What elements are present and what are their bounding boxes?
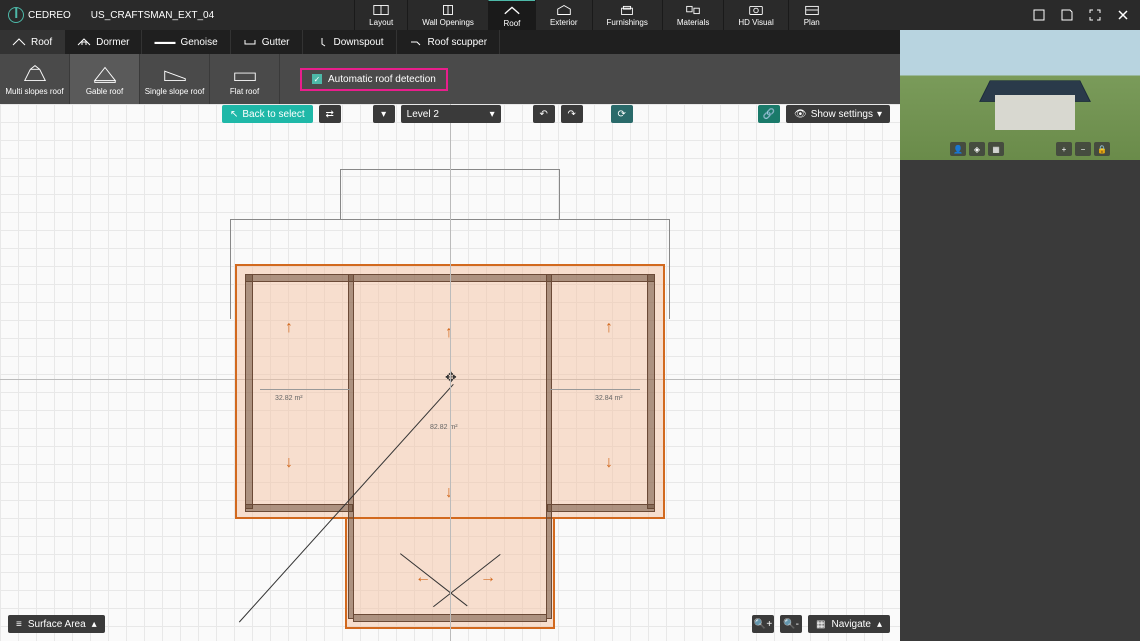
notes-button[interactable]: [1030, 6, 1048, 24]
house-model: [985, 75, 1085, 130]
preview-3d[interactable]: 👤 ◈ ▦ + − 🔒: [900, 30, 1140, 160]
area-right: 32.84 m²: [595, 395, 623, 402]
action-bar: ↖Back to select ⇄ ▾ Level 2▾ ↶ ↷ ⟳ 🔗 👁Sh…: [0, 104, 900, 124]
menu-icon: ≡: [16, 619, 22, 630]
chevron-down-icon: ▾: [381, 109, 386, 120]
swap-button[interactable]: ⇄: [319, 105, 341, 123]
tool-multi-slopes[interactable]: Multi slopes roof: [0, 54, 70, 104]
bottom-right-controls: 🔍+ 🔍- ▦Navigate▴: [752, 615, 890, 633]
tab-hd-visual[interactable]: HD Visual: [723, 0, 787, 30]
canvas-2d[interactable]: 32.82 m² 82.82 m² 32.84 m² ↑ ↑ ↑ ↓ ↓ ↓ ←…: [0, 104, 900, 641]
link-button[interactable]: 🔗: [758, 105, 780, 123]
undo-button[interactable]: ↶: [533, 105, 555, 123]
preview-lock-button[interactable]: 🔒: [1094, 142, 1110, 156]
zoom-out-icon: 🔍-: [783, 619, 799, 630]
preview-person-button[interactable]: 👤: [950, 142, 966, 156]
refresh-icon: ⟳: [617, 109, 625, 120]
brand-logo: CEDREO: [8, 7, 71, 23]
tab-layout[interactable]: Layout: [354, 0, 407, 30]
preview-zoom-in-button[interactable]: +: [1056, 142, 1072, 156]
preview-zoom-out-button[interactable]: −: [1075, 142, 1091, 156]
bottom-left-controls: ≡Surface Area▴: [8, 615, 105, 633]
genoise-icon: ▬▬▬: [154, 39, 175, 46]
surface-area-dropdown[interactable]: ≡Surface Area▴: [8, 615, 105, 633]
project-name: US_CRAFTSMAN_EXT_04: [91, 10, 214, 21]
tab-plan[interactable]: Plan: [788, 0, 835, 30]
preview-top-button[interactable]: ▦: [988, 142, 1004, 156]
zoom-in-icon: 🔍+: [754, 619, 772, 630]
arrow-down-icon: ↓: [445, 484, 453, 502]
save-button[interactable]: [1058, 6, 1076, 24]
fullscreen-button[interactable]: [1086, 6, 1104, 24]
eye-icon: 👁: [794, 109, 807, 120]
arrow-right-icon: →: [480, 569, 496, 587]
subtab-gutter[interactable]: Gutter: [231, 30, 303, 54]
navigate-dropdown[interactable]: ▦Navigate▴: [808, 615, 890, 633]
pointer-icon: ↖: [230, 109, 238, 120]
arrow-up-icon: ↑: [285, 319, 293, 337]
tab-furnishings[interactable]: Furnishings: [592, 0, 662, 30]
show-settings-button[interactable]: 👁Show settings▾: [786, 105, 890, 123]
subtab-downspout[interactable]: Downspout: [303, 30, 397, 54]
level-down-button[interactable]: ▾: [373, 105, 395, 123]
chevron-down-icon: ▾: [877, 109, 882, 120]
area-center: 82.82 m²: [430, 424, 458, 431]
undo-icon: ↶: [539, 109, 547, 120]
link-icon: 🔗: [763, 109, 775, 120]
arrow-down-icon: ↓: [285, 454, 293, 472]
chevron-up-icon: ▴: [92, 619, 97, 630]
close-button[interactable]: [1114, 6, 1132, 24]
redo-button[interactable]: ↷: [561, 105, 583, 123]
move-crosshair-icon[interactable]: ✥: [445, 369, 457, 386]
tab-materials[interactable]: Materials: [662, 0, 723, 30]
area-left: 32.82 m²: [275, 395, 303, 402]
zoom-out-button[interactable]: 🔍-: [780, 615, 802, 633]
chevron-down-icon: ▾: [490, 109, 495, 120]
floor-plan: 32.82 m² 82.82 m² 32.84 m² ↑ ↑ ↑ ↓ ↓ ↓ ←…: [230, 169, 670, 589]
logo-icon: [8, 7, 24, 23]
swap-icon: ⇄: [325, 109, 333, 120]
back-to-select-button[interactable]: ↖Back to select: [222, 105, 313, 123]
tool-flat-roof[interactable]: Flat roof: [210, 54, 280, 104]
refresh-button[interactable]: ⟳: [611, 105, 633, 123]
top-right-controls: [1030, 6, 1132, 24]
arrow-up-icon: ↑: [445, 324, 453, 342]
auto-detect-checkbox-area[interactable]: ✓ Automatic roof detection: [300, 68, 448, 91]
subtab-dormer[interactable]: Dormer: [65, 30, 142, 54]
top-bar: CEDREO US_CRAFTSMAN_EXT_04 Layout Wall O…: [0, 0, 1140, 30]
grid-icon: ▦: [816, 619, 825, 630]
main-tabs: Layout Wall Openings Roof Exterior Furni…: [354, 0, 835, 30]
tool-gable-roof[interactable]: Gable roof: [70, 54, 140, 104]
chevron-up-icon: ▴: [877, 619, 882, 630]
side-panel: [900, 160, 1140, 641]
zoom-in-button[interactable]: 🔍+: [752, 615, 774, 633]
redo-icon: ↷: [567, 109, 575, 120]
subtab-roof[interactable]: Roof: [0, 30, 65, 54]
level-select[interactable]: Level 2▾: [401, 105, 501, 123]
tab-exterior[interactable]: Exterior: [535, 0, 592, 30]
brand-name: CEDREO: [28, 10, 71, 21]
tab-roof[interactable]: Roof: [488, 0, 535, 30]
subtab-roof-scupper[interactable]: Roof scupper: [397, 30, 500, 54]
preview-walk-button[interactable]: ◈: [969, 142, 985, 156]
auto-detect-label: Automatic roof detection: [328, 74, 436, 85]
subtab-genoise[interactable]: ▬▬▬Genoise: [142, 30, 230, 54]
arrow-up-icon: ↑: [605, 319, 613, 337]
tab-wall-openings[interactable]: Wall Openings: [407, 0, 488, 30]
checkbox-icon: ✓: [312, 74, 322, 84]
arrow-down-icon: ↓: [605, 454, 613, 472]
tool-single-slope[interactable]: Single slope roof: [140, 54, 210, 104]
